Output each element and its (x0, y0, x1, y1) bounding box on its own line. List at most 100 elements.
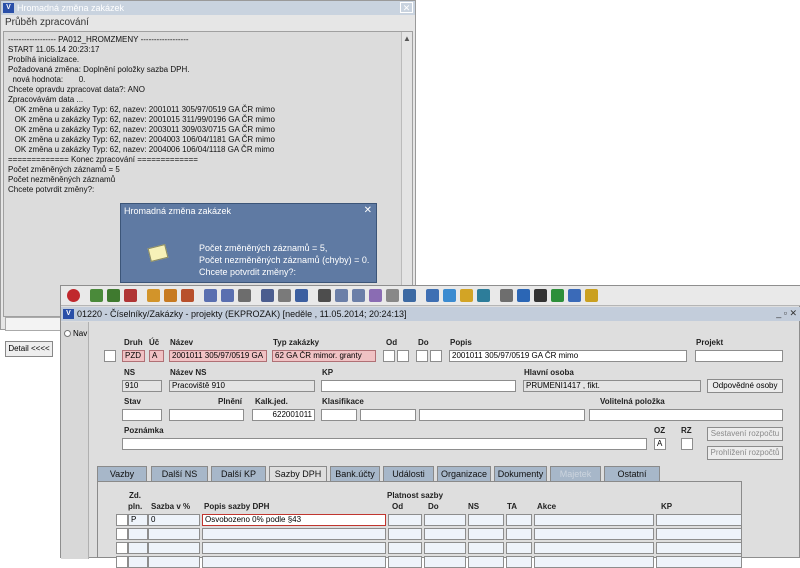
nazev-field[interactable]: 2001011 305/97/0519 GA (169, 350, 267, 362)
columns-icon[interactable] (386, 289, 399, 302)
tab-ostatni[interactable]: Ostatní (604, 466, 660, 482)
scroll-up-icon[interactable]: ▲ (403, 34, 411, 43)
klasifikace-field-3[interactable] (419, 409, 585, 421)
kalk-jed-field[interactable]: 622001011 (252, 409, 315, 421)
grid-cell[interactable] (116, 528, 128, 540)
projekt-field[interactable] (695, 350, 783, 362)
sort-asc-icon[interactable] (204, 289, 217, 302)
klasifikace-field-1[interactable] (321, 409, 357, 421)
sestaveni-rozpoctu-button[interactable]: Sestavení rozpočtu (707, 427, 783, 441)
excel-icon[interactable] (551, 289, 564, 302)
cell-sazba[interactable]: 0 (148, 514, 200, 526)
find-prev-icon[interactable] (181, 289, 194, 302)
find-icon[interactable] (147, 289, 160, 302)
grid-cell[interactable] (148, 528, 200, 540)
grid-cell[interactable] (656, 528, 742, 540)
grid-cell[interactable] (424, 528, 466, 540)
grid-cell[interactable] (128, 542, 148, 554)
do-field-1[interactable] (416, 350, 428, 362)
rz-field[interactable] (681, 438, 693, 450)
grid-cell[interactable] (128, 528, 148, 540)
grid-cell[interactable] (388, 514, 422, 526)
row-checkbox[interactable] (104, 350, 116, 362)
grid-cell[interactable] (202, 542, 386, 554)
grid-cell[interactable] (468, 514, 504, 526)
cut-icon[interactable] (318, 289, 331, 302)
attach-icon[interactable] (500, 289, 513, 302)
tab-sazby-dph[interactable]: Sazby DPH (269, 466, 327, 482)
hlavni-osoba-field[interactable]: PRUMENI1417 , fikt. (523, 380, 701, 392)
grid-cell[interactable] (202, 528, 386, 540)
calendar-icon[interactable] (403, 289, 416, 302)
grid-cell[interactable] (388, 542, 422, 554)
grid-cell[interactable] (506, 528, 532, 540)
sort-desc-icon[interactable] (221, 289, 234, 302)
grid-cell[interactable] (424, 542, 466, 554)
exit-icon[interactable] (67, 289, 80, 302)
oz-field[interactable]: A (654, 438, 666, 450)
grid-cell[interactable] (116, 542, 128, 554)
copy-record-icon[interactable] (107, 289, 120, 302)
odpovedne-osoby-button[interactable]: Odpovědné osoby (707, 379, 783, 393)
grid-cell[interactable] (468, 542, 504, 554)
tab-dokumenty[interactable]: Dokumenty (494, 466, 547, 482)
uc-field[interactable]: A (149, 350, 164, 362)
info-icon[interactable] (568, 289, 581, 302)
find-next-icon[interactable] (164, 289, 177, 302)
star-icon[interactable] (460, 289, 473, 302)
volitelna-polozka-field[interactable] (589, 409, 783, 421)
detail-button[interactable]: Detail <<<< (5, 341, 53, 357)
window-controls[interactable]: _ ▫ ✕ (776, 308, 797, 319)
add-record-icon[interactable] (90, 289, 103, 302)
close-icon[interactable]: ✕ (400, 2, 413, 13)
delete-record-icon[interactable] (124, 289, 137, 302)
grid-cell[interactable] (388, 528, 422, 540)
tab-organizace[interactable]: Organizace (437, 466, 491, 482)
home-icon[interactable] (426, 289, 439, 302)
do-field-2[interactable] (430, 350, 442, 362)
tab-dalsi-kp[interactable]: Další KP (211, 466, 266, 482)
grid-cell[interactable] (656, 542, 742, 554)
filter-icon[interactable] (238, 289, 251, 302)
nazev-ns-field[interactable]: Pracoviště 910 (169, 380, 315, 392)
grid-cell[interactable] (506, 542, 532, 554)
poznamka-field[interactable] (122, 438, 647, 450)
help-icon[interactable] (585, 289, 598, 302)
tab-dalsi-ns[interactable]: Další NS (151, 466, 208, 482)
tab-bank-ucty[interactable]: Bank.účty (330, 466, 380, 482)
grid-cell[interactable] (534, 542, 654, 554)
grid-cell[interactable] (506, 514, 532, 526)
log-scrollbar[interactable]: ▲ (401, 32, 412, 316)
grid-cell[interactable] (468, 528, 504, 540)
typ-zakazky-field[interactable]: 62 GA ČR mimor. granty (272, 350, 376, 362)
grid-cell[interactable] (116, 514, 128, 526)
triangle-icon[interactable] (477, 289, 490, 302)
od-field-2[interactable] (397, 350, 409, 362)
paste-icon[interactable] (352, 289, 365, 302)
grid-cell[interactable] (534, 514, 654, 526)
tab-udalosti[interactable]: Události (383, 466, 434, 482)
grid-cell[interactable] (148, 542, 200, 554)
plneni-field[interactable] (169, 409, 244, 421)
stav-field[interactable] (122, 409, 162, 421)
grid-cell[interactable] (424, 514, 466, 526)
klasifikace-field-2[interactable] (360, 409, 416, 421)
prohlizeni-rozpoctu-button[interactable]: Prohlížení rozpočtů (707, 446, 783, 460)
druh-field[interactable]: PZD (122, 350, 145, 362)
spell-icon[interactable] (369, 289, 382, 302)
cell-popis[interactable]: Osvobozeno 0% podle §43 (202, 514, 386, 526)
globe-icon[interactable] (443, 289, 456, 302)
popis-field[interactable]: 2001011 305/97/0519 GA ČR mimo (449, 350, 687, 362)
od-field-1[interactable] (383, 350, 395, 362)
cell-zd[interactable]: P (128, 514, 148, 526)
export-icon[interactable] (295, 289, 308, 302)
chart-icon[interactable] (517, 289, 530, 302)
sum-icon[interactable] (534, 289, 547, 302)
ns-field[interactable]: 910 (122, 380, 162, 392)
grid-cell[interactable] (534, 528, 654, 540)
tab-vazby[interactable]: Vazby (97, 466, 147, 482)
grid-cell[interactable] (656, 514, 742, 526)
copy-icon[interactable] (335, 289, 348, 302)
close-icon[interactable]: ✕ (364, 205, 372, 216)
print-icon[interactable] (261, 289, 274, 302)
